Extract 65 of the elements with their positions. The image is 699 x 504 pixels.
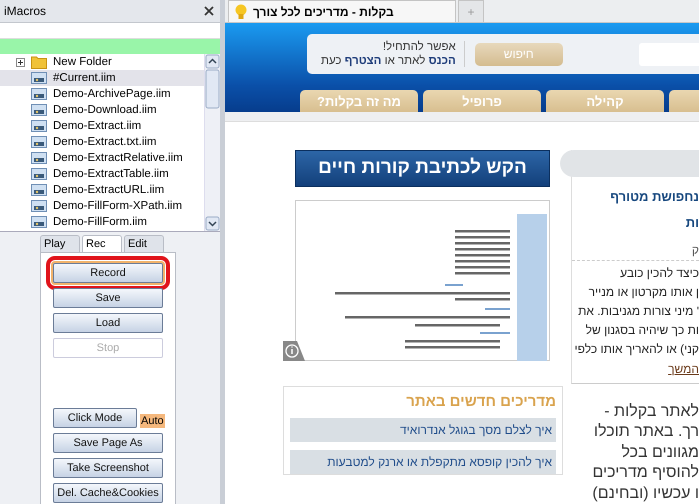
resume-thumbnail-drawing[interactable] xyxy=(295,200,550,360)
scrollbar[interactable] xyxy=(204,54,220,231)
macro-file-icon xyxy=(31,136,47,148)
macro-list-item[interactable]: Demo-FillForm-XPath.iim xyxy=(0,198,204,214)
macro-file-icon xyxy=(31,152,47,164)
read-more-link[interactable]: המשך xyxy=(668,362,699,376)
macro-button[interactable]: Click Mode xyxy=(53,408,137,428)
macro-file-icon xyxy=(31,104,47,116)
intro-text: רך. באתר תוכלו xyxy=(592,422,699,442)
macro-button[interactable]: Save Page As xyxy=(53,433,163,453)
macro-list-item[interactable]: New Folder xyxy=(0,54,204,70)
scroll-up-icon[interactable] xyxy=(205,54,220,69)
lightbulb-icon xyxy=(235,4,247,20)
close-icon[interactable] xyxy=(204,6,214,16)
card-meta: ק xyxy=(690,242,699,256)
tab[interactable]: Edit xyxy=(124,235,164,252)
greeting-text: אפשר להתחיל! xyxy=(382,41,456,54)
macro-button[interactable]: Load xyxy=(53,313,163,333)
macro-file-icon xyxy=(31,184,47,196)
scrollbar-thumb[interactable] xyxy=(205,69,220,109)
card-text: ' מיני צורות מגניבות. את xyxy=(578,302,699,320)
link[interactable]: הצטרף xyxy=(344,55,382,68)
section-title: מדריכים חדשים באתר xyxy=(405,392,556,410)
guide-link[interactable]: איך לצלם מסך בגוגל אנדרואיד xyxy=(290,418,556,442)
macro-list-item[interactable]: Demo-FillForm.iim xyxy=(0,214,204,230)
tab[interactable]: Rec xyxy=(82,235,122,252)
macro-list-item[interactable]: Demo-ArchivePage.iim xyxy=(0,86,204,102)
card-text: כיצד להכין כובע xyxy=(620,264,699,282)
macro-file-icon xyxy=(31,88,47,100)
scroll-down-icon[interactable] xyxy=(205,216,220,231)
resume-banner[interactable]: הקש לכתיבת קורות חיים xyxy=(295,150,550,186)
macro-file-icon xyxy=(31,72,47,84)
intro-text: מגוונים בכל xyxy=(620,442,699,462)
link[interactable]: הכנס xyxy=(428,55,456,68)
mode-badge: Auto xyxy=(140,414,165,428)
card-title[interactable]: ות xyxy=(572,212,699,232)
card-title[interactable]: נחפושת מטורף xyxy=(572,186,699,206)
browser-tab[interactable]: בקלות - מדריכים לכל צורך xyxy=(228,0,456,22)
panel-title: iMacros xyxy=(4,4,46,18)
expand-icon[interactable] xyxy=(16,58,25,66)
macro-button[interactable]: Save xyxy=(53,288,163,308)
intro-text: לאתר בקלות - xyxy=(603,402,699,422)
login-prompt: הכנס לאתר או הצטרף כעת xyxy=(321,55,456,68)
macro-file-icon xyxy=(31,168,47,180)
macro-file-icon xyxy=(31,216,47,228)
guide-link[interactable]: איך להכין קופסא מתקפלת או ארנק למטבעות xyxy=(290,450,556,474)
macro-file-icon xyxy=(31,200,47,212)
card-text: ות כך שיהיה בסגנון של xyxy=(586,322,699,338)
intro-text: להוסיף מדריכים xyxy=(591,463,699,483)
macro-button[interactable]: Take Screenshot xyxy=(53,458,163,478)
input-field[interactable] xyxy=(0,23,220,39)
macro-list-item[interactable]: Demo-ExtractRelative.iim xyxy=(0,150,204,166)
tab[interactable]: Play xyxy=(40,235,80,252)
info-icon[interactable] xyxy=(283,340,305,360)
macro-list-item[interactable]: Demo-Download.iim xyxy=(0,102,204,118)
macro-list-item[interactable]: #Current.iim xyxy=(0,70,204,86)
macro-list-item[interactable]: Demo-Extract.txt.iim xyxy=(0,134,204,150)
intro-text: ו עכשיו (ובחינם) xyxy=(591,484,699,504)
macro-file-icon xyxy=(31,120,47,132)
macro-button[interactable]: Del. Cache&Cookies xyxy=(53,483,163,503)
macro-list-item[interactable]: Demo-ExtractURL.iim xyxy=(0,182,204,198)
card-text: ן אותו מקרטון או מנייר xyxy=(588,284,699,300)
card-text: קני) או להאריך אותו כלפי xyxy=(574,340,699,358)
macro-list-item[interactable]: Demo-Extract.iim xyxy=(0,118,204,134)
macro-list-item[interactable]: Demo-ExtractTable.iim xyxy=(0,166,204,182)
